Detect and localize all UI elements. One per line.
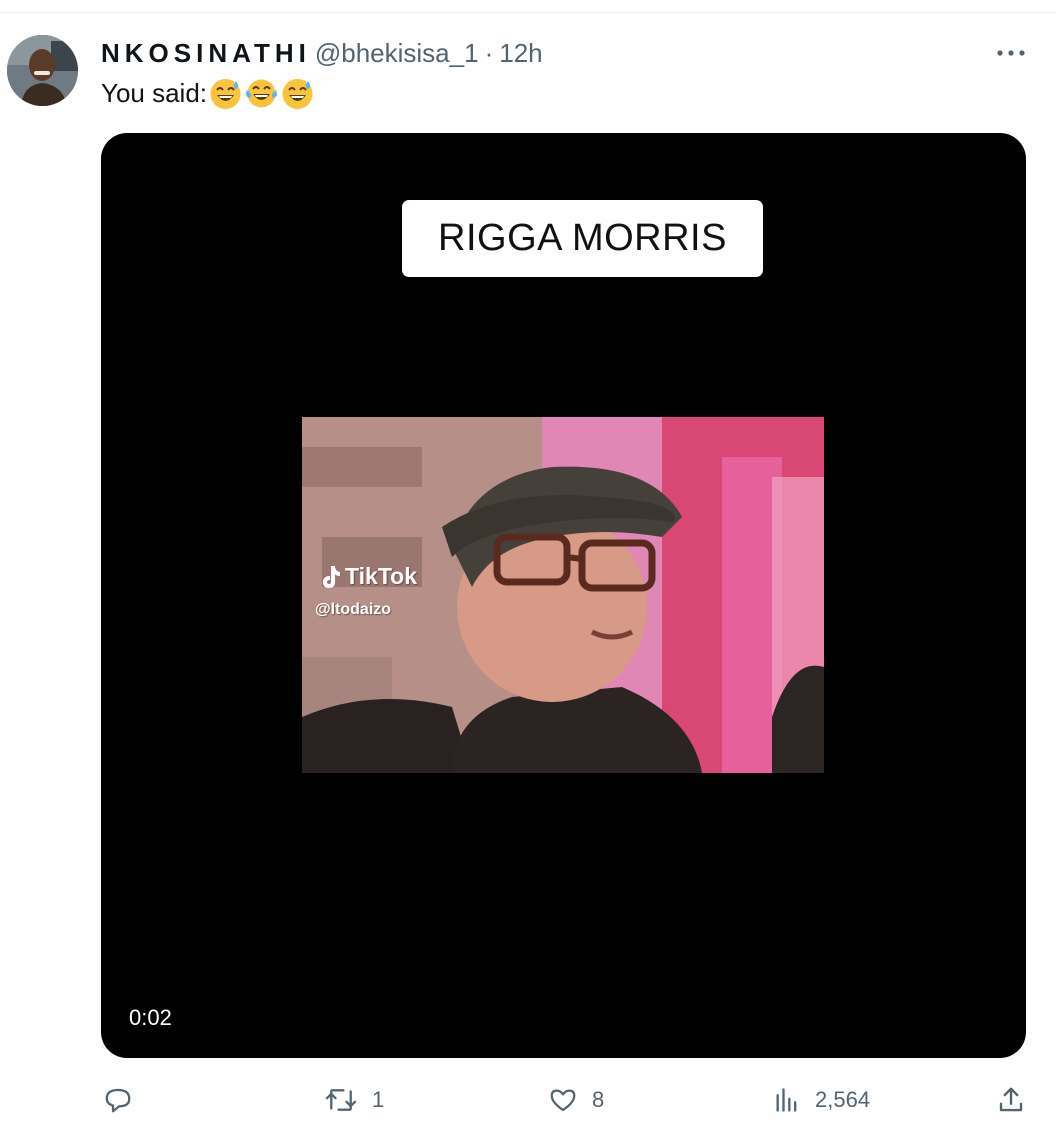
user-handle[interactable]: @bhekisisa_1	[315, 36, 479, 70]
retweet-button[interactable]: 1	[324, 1080, 384, 1120]
like-button[interactable]: 8	[548, 1080, 604, 1120]
more-icon	[997, 50, 1025, 56]
timestamp[interactable]: 12h	[499, 36, 542, 70]
video-frame: TikTok @ltodaizo	[302, 417, 824, 773]
video-caption: RIGGA MORRIS	[402, 200, 763, 277]
video-player[interactable]: RIGGA MORRIS TikTok @ltodaizo 0:02	[101, 133, 1026, 1058]
tiktok-handle: @ltodaizo	[315, 601, 392, 618]
share-button[interactable]	[996, 1080, 1026, 1120]
retweet-icon	[325, 1089, 357, 1111]
separator-dot: ·	[484, 38, 494, 68]
tears-of-joy-emoji-icon	[246, 79, 278, 107]
views-count: 2,564	[815, 1087, 871, 1112]
tiktok-watermark: TikTok	[319, 563, 417, 590]
tiktok-brand: TikTok	[345, 563, 417, 589]
views-button[interactable]: 2,564	[773, 1080, 870, 1120]
tweet-text-content: You said:	[101, 78, 208, 108]
tweet-header: NKOSINATHI @bhekisisa_1 · 12h	[101, 36, 543, 70]
display-name[interactable]: NKOSINATHI	[101, 36, 311, 70]
retweet-count: 1	[372, 1087, 385, 1112]
sweat-smile-emoji-icon	[210, 78, 241, 109]
emoji-group	[209, 77, 317, 110]
reply-button[interactable]	[103, 1080, 147, 1120]
like-icon	[550, 1089, 576, 1112]
views-icon	[776, 1088, 797, 1112]
more-options-button[interactable]	[994, 38, 1028, 68]
action-bar: 1 8 2,564	[0, 1080, 1056, 1120]
video-duration: 0:02	[129, 1005, 172, 1030]
sweat-smile-emoji-icon	[282, 78, 313, 109]
avatar[interactable]	[7, 35, 78, 106]
like-count: 8	[592, 1087, 605, 1112]
tweet-card: NKOSINATHI @bhekisisa_1 · 12h You said:	[0, 0, 1056, 1126]
tiktok-icon	[323, 565, 340, 588]
tweet-text: You said:	[101, 76, 317, 110]
divider	[0, 12, 1056, 13]
share-icon	[999, 1087, 1023, 1112]
reply-icon	[105, 1088, 131, 1113]
